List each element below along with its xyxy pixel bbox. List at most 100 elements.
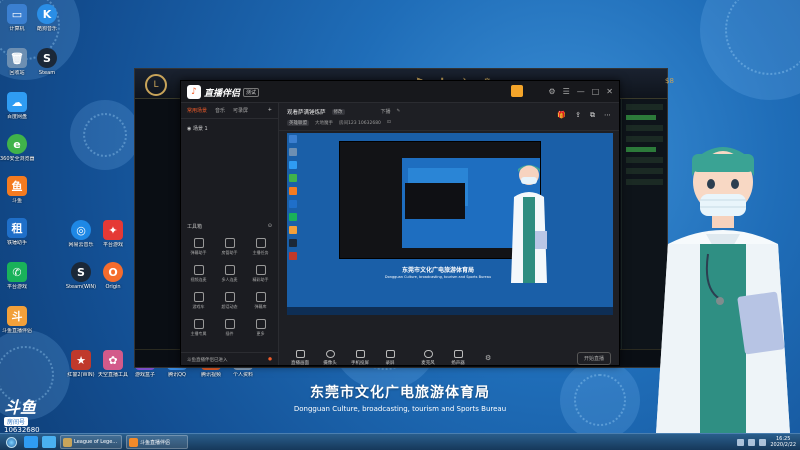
- tool-game-car[interactable]: 游戏车: [183, 292, 214, 310]
- desktop-icon-steam-win[interactable]: S Steam(WIN): [64, 262, 98, 290]
- category-chip[interactable]: 英雄联盟: [287, 119, 309, 126]
- tab-music[interactable]: 音乐: [215, 107, 225, 114]
- app-titlebar: ♪ 直播伴侣 测试 ⚙ ☰ — □ ✕: [181, 81, 619, 103]
- tool-anchor-task[interactable]: 主播任务: [245, 238, 276, 256]
- tool-video-link[interactable]: 视频连麦: [183, 265, 214, 283]
- desktop-icon-netease-music[interactable]: ◎ 网易云音乐: [64, 220, 98, 248]
- desktop-icon-sky-live[interactable]: ✿ 天空直播工具: [96, 350, 130, 378]
- tab-record[interactable]: 可录屏: [233, 107, 248, 114]
- toolbox-settings-icon[interactable]: ⊙: [268, 223, 272, 230]
- gift-icon[interactable]: 🎁: [557, 111, 566, 120]
- tool-icon: [224, 238, 235, 248]
- network-icon[interactable]: [737, 438, 745, 446]
- clock[interactable]: 16:25 2020/2/22: [770, 436, 796, 448]
- tool-anchor-exclusive[interactable]: 主播专属: [183, 319, 214, 337]
- volume-icon[interactable]: [748, 438, 756, 446]
- speaker-button[interactable]: 扬声器: [445, 350, 471, 366]
- tool-danmu-library[interactable]: 弹幕库: [245, 292, 276, 310]
- steam-icon: S: [37, 48, 57, 68]
- record-icon: [385, 350, 395, 358]
- tool-icon: [193, 265, 204, 275]
- stream-settings-icon[interactable]: ⚙: [485, 354, 491, 362]
- camera-button[interactable]: 摄像头: [317, 350, 343, 366]
- preview-desktop-icons: [289, 135, 299, 265]
- link-icon[interactable]: ⧉: [590, 111, 595, 120]
- recycle-bin-icon: 🗑: [7, 48, 27, 68]
- tool-room-manager[interactable]: 房管助手: [214, 238, 245, 256]
- close-icon[interactable]: ✕: [606, 87, 613, 96]
- edit-title-button[interactable]: 修改: [331, 108, 345, 115]
- tab-common-scenes[interactable]: 常用场景: [187, 107, 207, 114]
- desktop-icon-live-companion[interactable]: 斗斗鱼直播伴侣: [0, 306, 34, 334]
- preview-icon: [289, 239, 297, 247]
- bureau-name-en: Dongguan Culture, broadcasting, tourism …: [293, 405, 507, 413]
- taskbar-task-live-companion[interactable]: 斗鱼直播伴侣: [126, 435, 188, 449]
- desktop-icon-phone[interactable]: ✆ 平台游戏: [0, 262, 34, 290]
- desktop-icon-recycle-bin[interactable]: 🗑 回收站: [0, 48, 34, 76]
- preview-icon: [289, 187, 297, 195]
- tool-icon: [224, 319, 235, 329]
- tool-topic[interactable]: 超话动态: [214, 292, 245, 310]
- tool-plugin[interactable]: 插件: [214, 319, 245, 337]
- tool-highlight[interactable]: 精彩助手: [245, 265, 276, 283]
- share-icon[interactable]: ⇪: [575, 111, 581, 120]
- douyu-icon: 鱼: [7, 176, 27, 196]
- tool-label: 弹幕库: [254, 304, 267, 309]
- app-logo: ♪ 直播伴侣 测试: [187, 85, 260, 99]
- desktop-icon-label: 平台游戏: [6, 284, 27, 290]
- minimize-icon[interactable]: —: [577, 87, 585, 96]
- system-tray: 16:25 2020/2/22: [737, 436, 800, 448]
- avatar[interactable]: [511, 85, 523, 97]
- start-button[interactable]: [2, 435, 20, 450]
- preview-icon: [289, 200, 297, 208]
- phone-cast-button[interactable]: 手机投屏: [347, 350, 373, 366]
- more-icon[interactable]: ⋯: [604, 111, 611, 120]
- taskbar-quick-cloud-icon[interactable]: [24, 436, 38, 448]
- desktop-icon-computer[interactable]: ▭ 计算机: [0, 4, 34, 32]
- footer-badge-icon[interactable]: ●: [268, 357, 272, 362]
- eye-icon[interactable]: ◉: [187, 126, 191, 132]
- live-companion-icon: 斗: [7, 306, 27, 326]
- input-method-icon[interactable]: [759, 438, 767, 446]
- tool-multi-link[interactable]: 多人连麦: [214, 265, 245, 283]
- menu-icon[interactable]: ☰: [563, 87, 570, 96]
- main-area: 观看萨满锤炼萨 修改 下播 ✎ 英雄联盟 大地魔手 房间123 10632680…: [279, 103, 619, 366]
- desktop-icon-steam[interactable]: S Steam: [30, 48, 64, 76]
- virus-decoration: [70, 100, 140, 170]
- scene-label: 场景 1: [192, 126, 208, 132]
- tool-more[interactable]: 更多: [245, 319, 276, 337]
- tool-label: 多人连麦: [221, 277, 238, 282]
- stop-live-button[interactable]: 下播: [381, 108, 391, 115]
- desktop-icon-red-alert[interactable]: ★ 红警2(WIN): [64, 350, 98, 378]
- lock-icon[interactable]: ⊡: [387, 120, 391, 125]
- desktop-icon-kugou[interactable]: K 酷狗音乐: [30, 4, 64, 32]
- record-button[interactable]: 录屏: [377, 350, 403, 366]
- scene-item[interactable]: ◉ 场景 1: [181, 119, 278, 138]
- start-live-button[interactable]: 开始直播: [576, 351, 611, 365]
- desktop-icon-douyu[interactable]: 鱼斗鱼: [0, 176, 34, 204]
- friend-status-bar: [626, 115, 656, 120]
- add-scene-icon[interactable]: +: [268, 107, 272, 114]
- microphone-button[interactable]: 麦克风: [415, 350, 441, 366]
- taskbar-quick-folder-icon[interactable]: [42, 436, 56, 448]
- maximize-icon[interactable]: □: [592, 87, 600, 96]
- desktop-icon-baidu-netdisk[interactable]: ☁ 百度网盘: [0, 92, 34, 120]
- stream-preview[interactable]: 东莞市文化广电旅游体育局 Dongguan Culture, broadcast…: [287, 133, 613, 315]
- settings-icon[interactable]: ⚙: [548, 87, 555, 96]
- button-label: 录屏: [385, 361, 395, 366]
- friend-row[interactable]: [626, 104, 663, 110]
- douyu-logo: 斗鱼: [4, 398, 37, 417]
- desktop-icon-game[interactable]: ✦ 平台游戏: [96, 220, 130, 248]
- live-companion-window[interactable]: ♪ 直播伴侣 测试 ⚙ ☰ — □ ✕ 常用场景 音乐 可录屏 + ◉ 场景 1…: [180, 80, 620, 366]
- game-icon: ✦: [103, 220, 123, 240]
- desktop-icon-rent[interactable]: 租铁锤助手: [0, 218, 34, 246]
- tool-icon: [193, 292, 204, 302]
- desktop-icon-360-browser[interactable]: e 360安全浏览器: [0, 134, 34, 162]
- edit-pencil-icon[interactable]: ✎: [397, 109, 401, 114]
- tool-label: 主播任务: [252, 250, 269, 255]
- screen-capture-button[interactable]: 直播画面: [287, 350, 313, 366]
- tool-danmu-assistant[interactable]: 弹幕助手: [183, 238, 214, 256]
- taskbar-task-league[interactable]: League of Lege...: [60, 435, 122, 449]
- camera-icon: [325, 350, 335, 358]
- desktop-icon-origin[interactable]: O Origin: [96, 262, 130, 290]
